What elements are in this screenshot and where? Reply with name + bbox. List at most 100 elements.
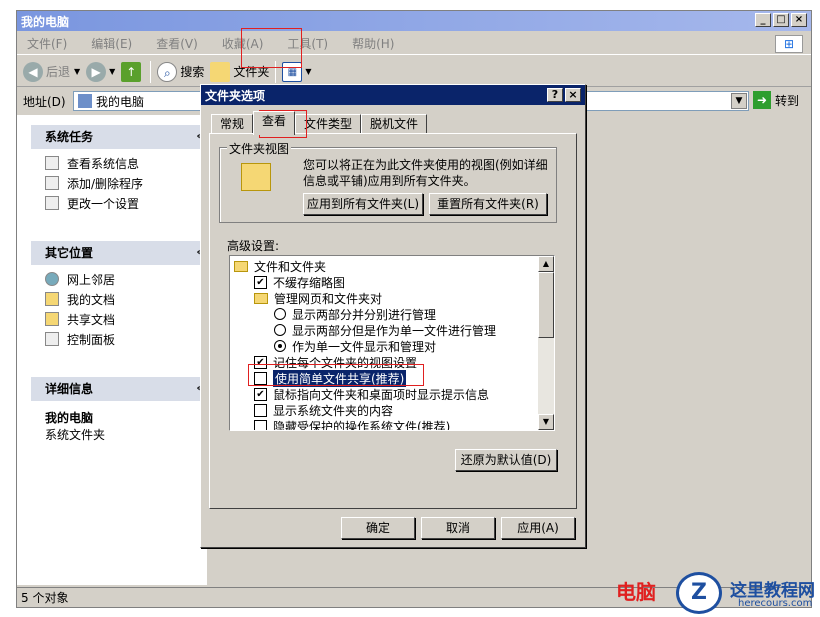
list-item: 管理网页和文件夹对	[254, 290, 382, 306]
list-item[interactable]: ✔ 鼠标指向文件夹和桌面项时显示提示信息	[254, 386, 489, 402]
details-name: 我的电脑	[45, 411, 94, 425]
go-button[interactable]: ➜ 转到	[753, 91, 799, 109]
dialog-titlebar[interactable]: 文件夹选项 ? ×	[201, 85, 585, 105]
other-places-title: 其它位置	[45, 246, 94, 260]
window-title: 我的电脑	[21, 14, 70, 29]
help-button[interactable]: ?	[547, 88, 563, 102]
system-tasks-header[interactable]: 系统任务 «	[31, 125, 207, 149]
advanced-settings-list[interactable]: 文件和文件夹 ✔ 不缓存缩略图 管理网页和文件夹对 显示两部分并分别进行管理 显示…	[229, 255, 555, 431]
scroll-thumb[interactable]	[538, 272, 554, 338]
up-button[interactable]: ↑	[121, 60, 144, 84]
tab-strip: 常规 查看 文件类型 脱机文件	[211, 111, 428, 135]
folder-icon	[210, 61, 231, 82]
computer-icon	[78, 94, 92, 108]
apply-button[interactable]: 应用(A)	[501, 517, 575, 539]
details-title: 详细信息	[45, 382, 94, 396]
restore-defaults-button[interactable]: 还原为默认值(D)	[455, 449, 557, 471]
address-value: 我的电脑	[96, 94, 145, 109]
toolbar-separator	[150, 60, 152, 83]
scroll-up-icon[interactable]: ▲	[538, 256, 554, 272]
checkbox[interactable]	[254, 403, 267, 417]
folder-view-icon	[241, 163, 271, 191]
view-system-info-link[interactable]: 查看系统信息	[31, 153, 207, 173]
reset-all-folders-button[interactable]: 重置所有文件夹(R)	[429, 193, 547, 215]
other-places-panel: 其它位置 « 网上邻居 我的文档 共享文档 控制面板	[31, 241, 207, 349]
menu-help[interactable]: 帮助(H)	[352, 35, 394, 52]
tab-general[interactable]: 常规	[211, 114, 254, 134]
link-label: 添加/删除程序	[67, 176, 144, 191]
folder-icon	[234, 260, 248, 272]
list-item: 文件和文件夹	[234, 258, 326, 274]
go-label: 转到	[775, 93, 800, 108]
other-places-header[interactable]: 其它位置 «	[31, 241, 207, 265]
shared-documents-link[interactable]: 共享文档	[31, 309, 207, 329]
dropdown-icon: ▼	[305, 67, 312, 76]
watermark-logo-icon: Z	[676, 572, 722, 614]
list-scrollbar[interactable]: ▲ ▼	[538, 256, 554, 430]
dropdown-icon: ▼	[109, 67, 116, 76]
menu-file[interactable]: 文件(F)	[27, 35, 67, 52]
radio-button[interactable]	[274, 324, 286, 336]
ok-button[interactable]: 确定	[341, 517, 415, 539]
control-panel-link[interactable]: 控制面板	[31, 329, 207, 349]
minimize-button[interactable]: _	[755, 13, 771, 27]
watermark-site-url: herecours.com	[738, 598, 813, 609]
cancel-button[interactable]: 取消	[421, 517, 495, 539]
link-label: 查看系统信息	[67, 156, 140, 171]
menu-view[interactable]: 查看(V)	[156, 35, 198, 52]
list-item[interactable]: 显示两部分但是作为单一文件进行管理	[274, 322, 496, 338]
back-label: 后退	[46, 65, 71, 79]
folder-options-dialog: 文件夹选项 ? × 常规 查看 文件类型 脱机文件 文件夹视图 您可以将正在为此…	[200, 84, 586, 548]
row-label: 文件和文件夹	[254, 259, 327, 274]
list-item[interactable]: 显示两部分并分别进行管理	[274, 306, 436, 322]
system-tasks-panel: 系统任务 « 查看系统信息 添加/删除程序 更改一个设置	[31, 125, 207, 213]
radio-button[interactable]	[274, 308, 286, 320]
details-desc: 系统文件夹	[45, 428, 106, 442]
go-arrow-icon: ➜	[753, 91, 771, 109]
scroll-down-icon[interactable]: ▼	[538, 414, 554, 430]
system-tasks-title: 系统任务	[45, 130, 94, 144]
checkbox[interactable]: ✔	[254, 387, 267, 401]
radio-button[interactable]	[274, 340, 286, 352]
dialog-close-button[interactable]: ×	[565, 88, 581, 102]
back-arrow-icon: ◀	[23, 61, 43, 82]
control-panel-icon	[45, 332, 59, 346]
link-label: 更改一个设置	[67, 196, 140, 211]
search-button[interactable]: ⌕ 搜索	[157, 60, 204, 84]
window-titlebar[interactable]: 我的电脑 _ □ ×	[17, 11, 811, 31]
folder-view-text: 您可以将正在为此文件夹使用的视图(例如详细信息或平铺)应用到所有文件夹。	[303, 158, 548, 188]
address-dropdown-button[interactable]: ▼	[731, 93, 747, 109]
add-remove-programs-link[interactable]: 添加/删除程序	[31, 173, 207, 193]
list-item[interactable]: ✔ 不缓存缩略图	[254, 274, 345, 290]
details-header[interactable]: 详细信息 «	[31, 377, 207, 401]
my-documents-link[interactable]: 我的文档	[31, 289, 207, 309]
dialog-title: 文件夹选项	[205, 88, 266, 103]
menu-edit[interactable]: 编辑(E)	[91, 35, 132, 52]
checkbox[interactable]: ✔	[254, 275, 267, 289]
list-item[interactable]: 作为单一文件显示和管理对	[274, 338, 436, 354]
tab-offline-files[interactable]: 脱机文件	[361, 114, 428, 134]
folder-icon	[45, 312, 59, 326]
network-places-link[interactable]: 网上邻居	[31, 269, 207, 289]
folder-view-group-label: 文件夹视图	[227, 140, 292, 157]
toolbar: ◀ 后退 ▼ ▶ ▼ ↑ ⌕ 搜索 文件夹 ▦ ▼	[17, 57, 811, 87]
address-label: 地址(D)	[23, 94, 66, 109]
row-label: 作为单一文件显示和管理对	[292, 339, 437, 354]
dropdown-icon: ▼	[74, 67, 81, 76]
tab-view[interactable]: 查看	[253, 111, 296, 135]
list-item[interactable]: 显示系统文件夹的内容	[254, 402, 393, 418]
close-button[interactable]: ×	[791, 13, 807, 27]
windows-logo-icon: ⊞	[775, 35, 803, 53]
link-label: 控制面板	[67, 332, 116, 347]
row-label: 不缓存缩略图	[273, 275, 346, 290]
checkbox[interactable]	[254, 419, 267, 430]
apply-to-all-folders-button[interactable]: 应用到所有文件夹(L)	[303, 193, 423, 215]
highlight-box-tools-menu	[241, 28, 302, 68]
list-item[interactable]: 隐藏受保护的操作系统文件(推荐)	[254, 418, 450, 430]
back-button[interactable]: ◀ 后退 ▼	[23, 60, 80, 84]
maximize-button[interactable]: □	[773, 13, 789, 27]
row-label: 鼠标指向文件夹和桌面项时显示提示信息	[273, 387, 490, 402]
change-setting-link[interactable]: 更改一个设置	[31, 193, 207, 213]
forward-button[interactable]: ▶ ▼	[86, 60, 115, 84]
row-label: 管理网页和文件夹对	[274, 291, 383, 306]
